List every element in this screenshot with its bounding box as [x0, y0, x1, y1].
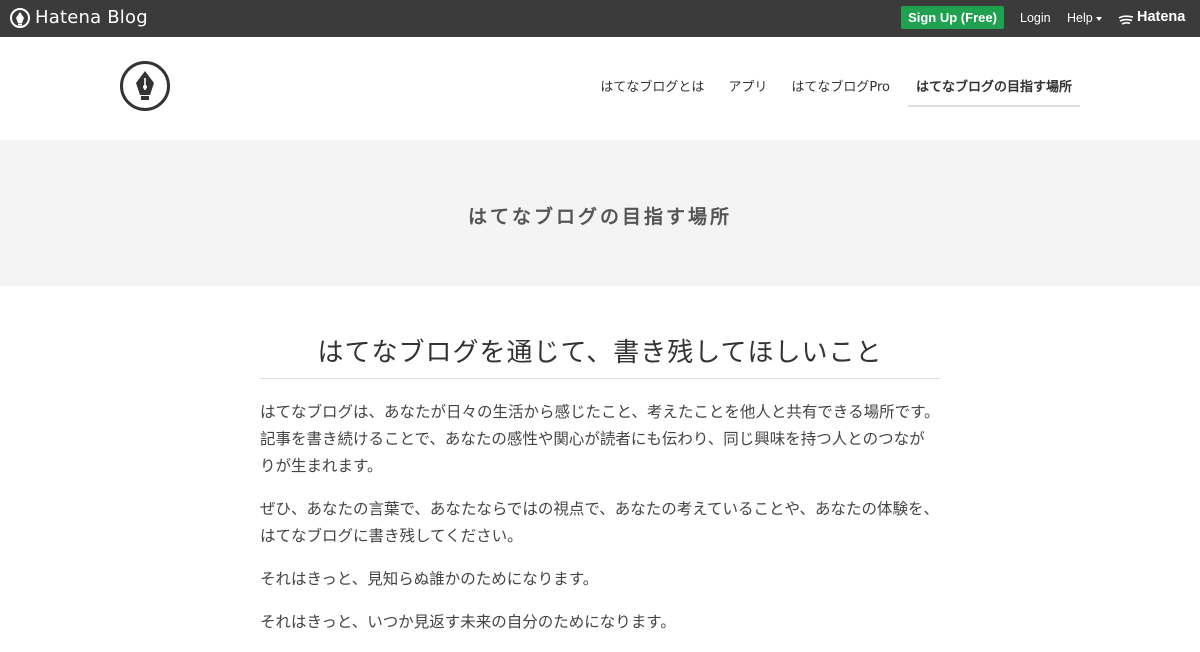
help-menu[interactable]: Help [1067, 11, 1102, 25]
article-paragraph: ぜひ、あなたの言葉で、あなたならではの視点で、あなたの考えていることや、あなたの… [260, 500, 940, 545]
page-title: はてなブログの目指す場所 [467, 206, 732, 228]
site-nav: はてなブログとは アプリ はてなブログPro はてなブログの目指す場所 [576, 78, 1080, 107]
nav-item-pro[interactable]: はてなブログPro [791, 78, 890, 107]
hatena-bird-icon [1118, 11, 1134, 25]
fountain-pen-icon [136, 71, 154, 100]
article-heading: はてなブログを通じて、書き残してほしいこと [260, 332, 940, 379]
hatena-home-link[interactable]: Hatena [1118, 9, 1185, 25]
pen-nib-logo-icon [10, 8, 30, 28]
nav-item-vision[interactable]: はてなブログの目指す場所 [907, 78, 1080, 107]
help-label: Help [1067, 11, 1093, 25]
article-paragraph: それはきっと、いつか見返す未来の自分のためになります。 [260, 613, 676, 631]
brand-name: Hatena Blog [35, 7, 148, 28]
login-link[interactable]: Login [1020, 11, 1051, 25]
page-banner: はてなブログの目指す場所 [0, 140, 1200, 286]
article-body: はてなブログを通じて、書き残してほしいこと はてなブログは、あなたが日々の生活か… [260, 332, 940, 652]
nav-item-apps[interactable]: アプリ [728, 78, 767, 107]
signup-button[interactable]: Sign Up (Free) [901, 6, 1004, 29]
caret-down-icon [1095, 16, 1102, 21]
article-paragraph: それはきっと、見知らぬ誰かのためになります。 [260, 570, 599, 588]
nav-item-about[interactable]: はてなブログとは [600, 78, 704, 107]
site-logo[interactable] [120, 61, 170, 111]
hatena-blog-home-link[interactable]: Hatena Blog [10, 7, 148, 29]
global-header-bar: Hatena Blog Sign Up (Free) Login Help Ha… [0, 0, 1200, 37]
article-paragraph: はてなブログは、あなたが日々の生活から感じたこと、考えたことを他人と共有できる場… [260, 403, 940, 475]
hatena-label: Hatena [1137, 9, 1186, 25]
